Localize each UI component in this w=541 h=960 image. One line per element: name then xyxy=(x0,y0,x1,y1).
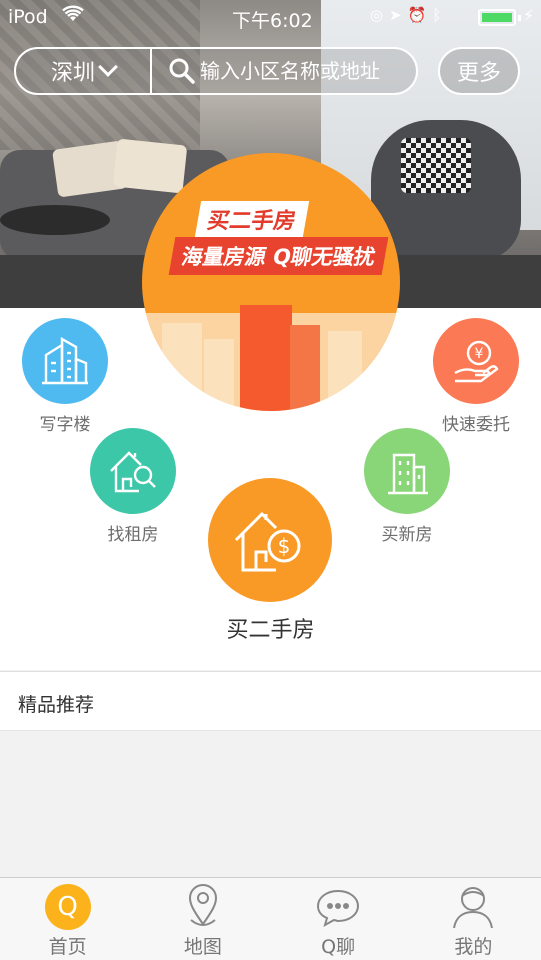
status-icons: ◎➤⏰ᛒ xyxy=(370,6,447,24)
search-bar: 深圳 xyxy=(14,47,418,95)
building-shape xyxy=(204,339,234,411)
status-bar: iPod 下午6:02 ◎➤⏰ᛒ ⚡ xyxy=(0,0,541,36)
wifi-icon xyxy=(62,5,84,27)
map-pin-icon xyxy=(180,884,226,930)
more-button[interactable]: 更多 xyxy=(438,47,520,95)
chevron-down-icon xyxy=(98,57,118,77)
tab-chat-label: Q聊 xyxy=(321,936,356,958)
carrier-label: iPod xyxy=(8,6,48,28)
charging-icon: ⚡ xyxy=(523,6,535,25)
status-time: 下午6:02 xyxy=(232,10,313,32)
city-selector[interactable]: 深圳 xyxy=(16,49,152,93)
feature-office[interactable]: 写字楼 xyxy=(22,318,108,435)
tower-shape xyxy=(290,325,320,411)
yuan-hand-icon: ¥ xyxy=(433,318,519,404)
promo-title: 买二手房 xyxy=(194,201,310,237)
feature-second-hand-label: 买二手房 xyxy=(226,618,315,643)
city-label: 深圳 xyxy=(50,61,95,86)
alarm-icon: ⏰ xyxy=(407,6,433,24)
building-shape xyxy=(328,331,362,411)
tab-home-label: 首页 xyxy=(48,936,87,958)
feature-new-house[interactable]: 买新房 xyxy=(364,428,450,545)
promo-slogan: 海量房源 Q聊无骚扰 xyxy=(168,237,389,275)
feature-second-hand[interactable]: $ xyxy=(208,478,332,602)
feature-office-label: 写字楼 xyxy=(39,415,91,435)
feature-delegate-label: 快速委托 xyxy=(442,415,510,435)
location-icon: ➤ xyxy=(389,6,408,24)
recommend-section[interactable]: 精品推荐 xyxy=(0,671,541,731)
tab-map[interactable]: 地图 xyxy=(135,878,270,960)
promo-banner-circle[interactable]: 买二手房 海量房源 Q聊无骚扰 xyxy=(142,153,400,411)
battery-icon xyxy=(478,9,521,26)
tab-me[interactable]: 我的 xyxy=(406,878,541,960)
house-search-icon xyxy=(90,428,176,514)
coffee-table xyxy=(0,205,110,235)
tab-me-label: 我的 xyxy=(454,936,493,958)
svg-text:¥: ¥ xyxy=(475,346,484,362)
tower-shape xyxy=(240,305,292,411)
new-building-icon xyxy=(364,428,450,514)
tab-chat[interactable]: Q聊 xyxy=(271,878,406,960)
recommend-title: 精品推荐 xyxy=(18,694,95,716)
house-dollar-icon: $ xyxy=(208,478,332,602)
search-icon xyxy=(168,57,196,85)
feature-new-house-label: 买新房 xyxy=(381,525,433,545)
building-shape xyxy=(162,323,202,411)
feature-quick-delegate[interactable]: ¥ 快速委托 xyxy=(433,318,519,435)
tab-bar: Q 首页 地图 Q聊 我的 xyxy=(0,877,541,960)
feature-rent-label: 找租房 xyxy=(107,525,159,545)
q-home-icon: Q xyxy=(44,884,91,930)
search-input[interactable] xyxy=(200,57,410,85)
tab-map-label: 地图 xyxy=(183,936,222,958)
user-icon xyxy=(450,884,496,930)
svg-text:$: $ xyxy=(278,534,291,558)
bluetooth-icon: ᛒ xyxy=(432,6,448,24)
checkered-pillow xyxy=(401,138,471,193)
office-building-icon xyxy=(22,318,108,404)
orientation-lock-icon: ◎ xyxy=(370,6,390,24)
chat-bubble-icon xyxy=(315,884,361,930)
pillow xyxy=(112,138,188,194)
tab-home[interactable]: Q 首页 xyxy=(0,878,135,960)
feature-find-rent[interactable]: 找租房 xyxy=(90,428,176,545)
